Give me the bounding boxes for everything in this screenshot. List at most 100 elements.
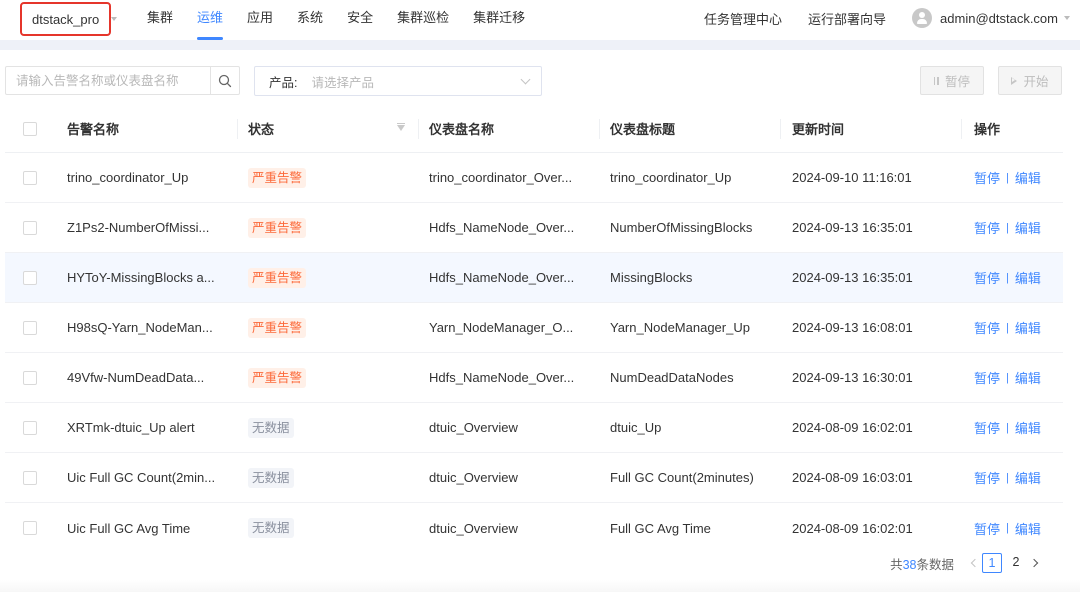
edit-link[interactable]: 编辑 (1015, 168, 1041, 187)
edit-link[interactable]: 编辑 (1015, 418, 1041, 437)
search-box (5, 66, 240, 95)
alert-name: trino_coordinator_Up (67, 170, 189, 185)
row-checkbox[interactable] (23, 370, 37, 385)
pause-link[interactable]: 暂停 (974, 268, 1000, 287)
page-2[interactable]: 2 (1006, 553, 1026, 573)
pause-link[interactable]: 暂停 (974, 218, 1000, 237)
filter-icon[interactable] (397, 122, 405, 131)
table-row[interactable]: Uic Full GC Avg Time 无数据 dtuic_Overview Ful… (5, 503, 1063, 553)
pause-button[interactable]: 暂停 (920, 66, 984, 95)
prev-page-button[interactable] (966, 553, 980, 573)
row-checkbox[interactable] (23, 521, 37, 535)
status-cell: 无数据 (238, 453, 419, 502)
cluster-name: dtstack_pro (32, 11, 100, 27)
col-status: 状态 (238, 105, 419, 153)
search-button[interactable] (210, 67, 239, 94)
row-checkbox[interactable] (23, 470, 37, 485)
row-checkbox-cell (5, 203, 57, 252)
alert-name: H98sQ-Yarn_NodeMan... (67, 320, 213, 335)
col-dashboard-name-label: 仪表盘名称 (429, 122, 495, 137)
deploy-wizard-link[interactable]: 运行部署向导 (808, 9, 886, 28)
table-row[interactable]: Z1Ps2-NumberOfMissi... 严重告警 Hdfs_NameNode_… (5, 203, 1063, 253)
table-row[interactable]: HYToY-MissingBlocks a... 严重告警 Hdfs_NameNod… (5, 253, 1063, 303)
dashboard-title: MissingBlocks (610, 270, 693, 285)
row-checkbox[interactable] (23, 320, 37, 335)
pagination: 共38条数据 1 2 (890, 552, 1042, 574)
edit-link[interactable]: 编辑 (1015, 368, 1041, 387)
alert-name: Uic Full GC Count(2min... (67, 470, 216, 485)
cluster-selector[interactable]: dtstack_pro (20, 2, 117, 36)
row-checkbox-cell (5, 303, 57, 352)
table-row[interactable]: XRTmk-dtuic_Up alert 无数据 dtuic_Overview dtu… (5, 403, 1063, 453)
row-checkbox-cell (5, 353, 57, 402)
dashboard-title: dtuic_Up (610, 420, 662, 435)
nav-item-security[interactable]: 安全 (335, 0, 385, 40)
action-separator: | (1006, 522, 1009, 534)
update-time: 2024-09-10 11:16:01 (792, 170, 912, 185)
dashboard-name: dtuic_Overview (429, 520, 518, 536)
product-label: 产品: (269, 75, 298, 90)
table-row[interactable]: Uic Full GC Count(2min... 无数据 dtuic_Overvi… (5, 453, 1063, 503)
pause-link[interactable]: 暂停 (974, 418, 1000, 437)
nav-item-apps[interactable]: 应用 (235, 0, 285, 40)
update-time: 2024-09-13 16:35:01 (792, 270, 913, 285)
actions-cell: 暂停 | 编辑 (962, 303, 1063, 352)
edit-link[interactable]: 编辑 (1015, 318, 1041, 337)
action-separator: | (1006, 271, 1009, 284)
avatar (912, 8, 933, 28)
caret-down-icon (111, 17, 117, 21)
task-center-link[interactable]: 任务管理中心 (704, 9, 782, 28)
table-row[interactable]: 49Vfw-NumDeadData... 严重告警 Hdfs_NameNode_Ov… (5, 353, 1063, 403)
user-menu[interactable]: admin@dtstack.com (912, 8, 1070, 28)
action-separator: | (1006, 221, 1009, 234)
edit-link[interactable]: 编辑 (1015, 218, 1041, 237)
row-checkbox[interactable] (23, 420, 37, 435)
actions-cell: 暂停 | 编辑 (962, 203, 1063, 252)
row-checkbox[interactable] (23, 220, 37, 235)
edit-link[interactable]: 编辑 (1015, 519, 1041, 538)
select-all-checkbox[interactable] (23, 121, 37, 136)
nav-item-cluster[interactable]: 集群 (135, 0, 185, 40)
col-dashboard-title: 仪表盘标题 (600, 105, 781, 153)
total-number: 38 (902, 557, 917, 572)
edit-link[interactable]: 编辑 (1015, 468, 1041, 487)
pause-link[interactable]: 暂停 (974, 519, 1000, 538)
next-page-button[interactable] (1028, 553, 1042, 573)
dashboard-title: Full GC Count(2minutes) (610, 470, 754, 485)
pause-link[interactable]: 暂停 (974, 168, 1000, 187)
update-time: 2024-09-13 16:08:01 (792, 320, 913, 335)
total-prefix: 共 (890, 557, 903, 572)
edit-link[interactable]: 编辑 (1015, 268, 1041, 287)
col-dashboard-name: 仪表盘名称 (419, 105, 600, 153)
nav-item-system[interactable]: 系统 (285, 0, 335, 40)
dashboard-title: Full GC Avg Time (610, 520, 711, 536)
user-email: admin@dtstack.com (940, 10, 1058, 26)
start-button[interactable]: 开始 (998, 66, 1062, 95)
table-row[interactable]: H98sQ-Yarn_NodeMan... 严重告警 Yarn_NodeManage… (5, 303, 1063, 353)
nav-item-ops[interactable]: 运维 (185, 0, 235, 40)
page-1[interactable]: 1 (982, 553, 1002, 573)
dashboard-name: Yarn_NodeManager_O... (429, 320, 574, 335)
pause-link[interactable]: 暂停 (974, 318, 1000, 337)
update-time: 2024-09-13 16:35:01 (792, 220, 913, 235)
pause-link[interactable]: 暂停 (974, 468, 1000, 487)
pause-link[interactable]: 暂停 (974, 368, 1000, 387)
status-badge-critical: 严重告警 (248, 367, 307, 388)
action-separator: | (1006, 471, 1009, 484)
dashboard-name: dtuic_Overview (429, 470, 518, 485)
search-icon (218, 74, 232, 87)
row-checkbox[interactable] (23, 170, 37, 185)
start-button-label: 开始 (1023, 75, 1049, 89)
status-cell: 严重告警 (238, 303, 419, 352)
nav-item-inspection[interactable]: 集群巡检 (385, 0, 461, 40)
status-cell: 严重告警 (238, 253, 419, 302)
row-checkbox[interactable] (23, 270, 37, 285)
update-time: 2024-08-09 16:02:01 (792, 420, 913, 435)
row-checkbox-cell (5, 403, 57, 452)
product-select[interactable]: 产品: 请选择产品 (254, 66, 542, 96)
search-input[interactable] (6, 67, 210, 94)
update-time: 2024-09-13 16:30:01 (792, 370, 913, 385)
actions-cell: 暂停 | 编辑 (962, 453, 1063, 502)
nav-item-migration[interactable]: 集群迁移 (461, 0, 537, 40)
table-row[interactable]: trino_coordinator_Up 严重告警 trino_coordinato… (5, 153, 1063, 203)
